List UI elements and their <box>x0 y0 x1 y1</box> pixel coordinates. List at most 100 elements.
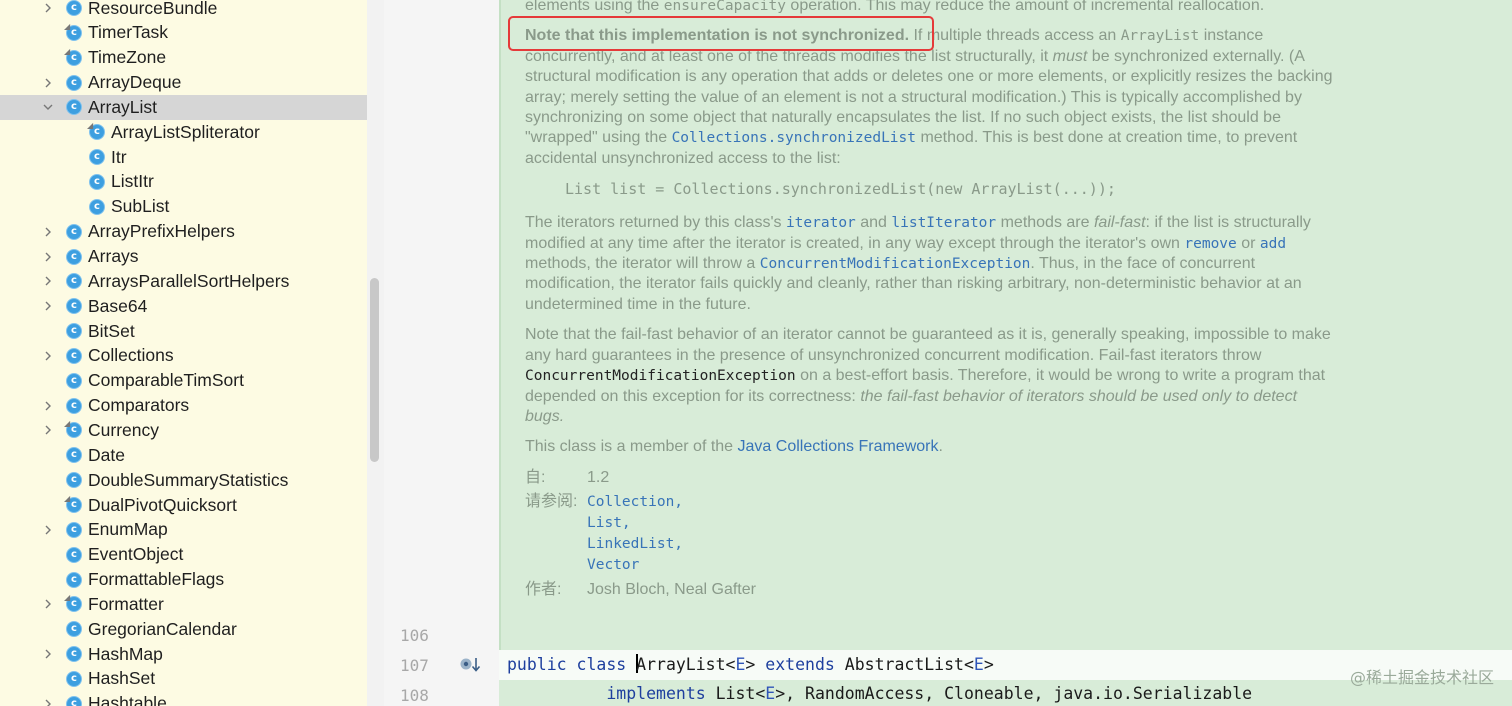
add-link[interactable]: add <box>1260 236 1286 252</box>
tree-item[interactable]: c SubList <box>0 194 367 219</box>
chevron-right-icon[interactable] <box>41 1 55 15</box>
class-icon: c <box>66 621 82 638</box>
see-also-link-list[interactable]: List, <box>587 513 683 534</box>
abstract-class-icon: c ◢ <box>64 22 82 41</box>
tree-item[interactable]: c Hashtable <box>0 691 367 706</box>
tree-item[interactable]: c ◢ TimerTask <box>0 20 367 45</box>
tree-item-label: ArrayPrefixHelpers <box>88 221 235 242</box>
tree-item-label: HashMap <box>88 643 163 664</box>
chevron-right-icon[interactable] <box>41 647 55 661</box>
tree-item-label: ArrayListSpliterator <box>111 121 260 142</box>
tree-item[interactable]: c ArrayDeque <box>0 70 367 95</box>
class-icon: c <box>66 521 82 538</box>
tree-item-label: DualPivotQuicksort <box>88 494 237 515</box>
project-tree: c ResourceBundle c ◢ TimerTask c ◢ TimeZone c Arr… <box>0 0 367 706</box>
class-icon: c <box>66 447 82 464</box>
class-icon: c <box>66 248 82 265</box>
tree-item[interactable]: c Collections <box>0 343 367 368</box>
tree-item[interactable]: c Base64 <box>0 294 367 319</box>
tree-item[interactable]: c Date <box>0 443 367 468</box>
chevron-right-icon[interactable] <box>41 274 55 288</box>
chevron-right-icon[interactable] <box>41 76 55 90</box>
see-also-link-vector[interactable]: Vector <box>587 555 683 576</box>
concurrent-modification-exception-link[interactable]: ConcurrentModificationException <box>760 256 1031 272</box>
tree-item[interactable]: c ◢ TimeZone <box>0 45 367 70</box>
doc-paragraph: elements using the ensureCapacity operat… <box>525 0 1265 14</box>
override-down-arrow-icon[interactable] <box>460 656 482 674</box>
class-icon: c <box>89 198 105 215</box>
code-line-107[interactable]: public class ArrayList<E> extends Abstra… <box>507 654 994 674</box>
red-annotation-box <box>508 16 934 51</box>
tree-item[interactable]: c HashSet <box>0 666 367 691</box>
class-icon: c <box>66 546 82 563</box>
listIterator-link[interactable]: listIterator <box>891 215 996 231</box>
chevron-right-icon[interactable] <box>41 250 55 264</box>
chevron-right-icon[interactable] <box>41 299 55 313</box>
tree-item[interactable]: c ArrayList <box>0 94 367 120</box>
chevron-right-icon[interactable] <box>41 523 55 537</box>
see-also-label: 请参阅: <box>525 493 578 511</box>
tree-item[interactable]: c ◢ Formatter <box>0 592 367 617</box>
since-label: 自: <box>525 468 546 486</box>
tree-item[interactable]: c ArrayPrefixHelpers <box>0 219 367 244</box>
final-class-icon: c ◢ <box>64 594 82 613</box>
see-also-link-linkedlist[interactable]: LinkedList, <box>587 534 683 555</box>
chevron-right-icon[interactable] <box>41 349 55 363</box>
tree-item[interactable]: c BitSet <box>0 319 367 344</box>
chevron-right-icon[interactable] <box>41 697 55 706</box>
class-icon: c <box>89 149 105 166</box>
author-row: 作者: Josh Bloch, Neal Gafter <box>525 580 1340 600</box>
synchronizedList-link[interactable]: Collections.synchronizedList <box>672 130 916 146</box>
tree-item-label: ArrayDeque <box>88 72 182 93</box>
tree-item-label: ListItr <box>111 171 154 192</box>
see-also-list: Collection, List, LinkedList, Vector <box>587 492 683 576</box>
line-number: 106 <box>400 626 429 645</box>
javadoc-body: elements using the ensureCapacity operat… <box>525 0 1340 601</box>
tree-item[interactable]: c ◢ Currency <box>0 418 367 443</box>
iterator-link[interactable]: iterator <box>786 215 856 231</box>
tree-item[interactable]: c ArraysParallelSortHelpers <box>0 269 367 294</box>
tree-item[interactable]: c Arrays <box>0 244 367 269</box>
see-also-link-collection[interactable]: Collection, <box>587 492 683 513</box>
chevron-right-icon[interactable] <box>41 399 55 413</box>
tree-item[interactable]: c EventObject <box>0 542 367 567</box>
tree-item[interactable]: c ResourceBundle <box>0 0 367 21</box>
tree-item[interactable]: c HashMap <box>0 642 367 667</box>
tree-item-label: FormattableFlags <box>88 569 225 590</box>
chevron-down-icon[interactable] <box>41 100 55 114</box>
tree-item[interactable]: c FormattableFlags <box>0 567 367 592</box>
author-value: Josh Bloch, Neal Gafter <box>587 581 756 599</box>
tree-item[interactable]: c Itr <box>0 145 367 170</box>
class-icon: c <box>66 397 82 414</box>
code-sample: List list = Collections.synchronizedList… <box>565 180 1116 199</box>
tree-item[interactable]: c ListItr <box>0 169 367 194</box>
author-label: 作者: <box>525 581 562 599</box>
code-line-108[interactable]: implements List<E>, RandomAccess, Clonea… <box>507 684 1252 703</box>
class-icon: c <box>66 0 82 16</box>
tree-item-label: ArrayList <box>88 96 158 117</box>
tree-scrollbar[interactable] <box>367 0 384 706</box>
tree-item[interactable]: c Comparators <box>0 393 367 418</box>
see-also-row: 请参阅: Collection, List, LinkedList, Vecto… <box>525 492 1340 576</box>
java-collections-framework-link[interactable]: Java Collections Framework <box>738 438 939 455</box>
tree-item-label: Itr <box>111 146 127 167</box>
chevron-right-icon[interactable] <box>41 597 55 611</box>
remove-link[interactable]: remove <box>1184 236 1236 252</box>
final-class-icon: c ◢ <box>64 420 82 439</box>
doc-paragraph-member: This class is a member of the Java Colle… <box>525 438 943 456</box>
inline-code: ensureCapacity <box>663 0 786 14</box>
tree-scrollbar-thumb[interactable] <box>370 278 379 462</box>
abstract-class-icon: c ◢ <box>64 47 82 66</box>
tree-item[interactable]: c ComparableTimSort <box>0 368 367 393</box>
tree-item-label: Comparators <box>88 395 190 416</box>
static-class-icon: c ◢ <box>87 122 105 141</box>
tree-item[interactable]: c GregorianCalendar <box>0 617 367 642</box>
tree-item[interactable]: c ◢ DualPivotQuicksort <box>0 493 367 518</box>
chevron-right-icon[interactable] <box>41 423 55 437</box>
tree-item[interactable]: c ◢ ArrayListSpliterator <box>0 120 367 145</box>
chevron-right-icon[interactable] <box>41 225 55 239</box>
tree-item[interactable]: c EnumMap <box>0 517 367 542</box>
since-value: 1.2 <box>587 468 610 486</box>
tree-item-label: Base64 <box>88 295 148 316</box>
tree-item[interactable]: c DoubleSummaryStatistics <box>0 468 367 493</box>
